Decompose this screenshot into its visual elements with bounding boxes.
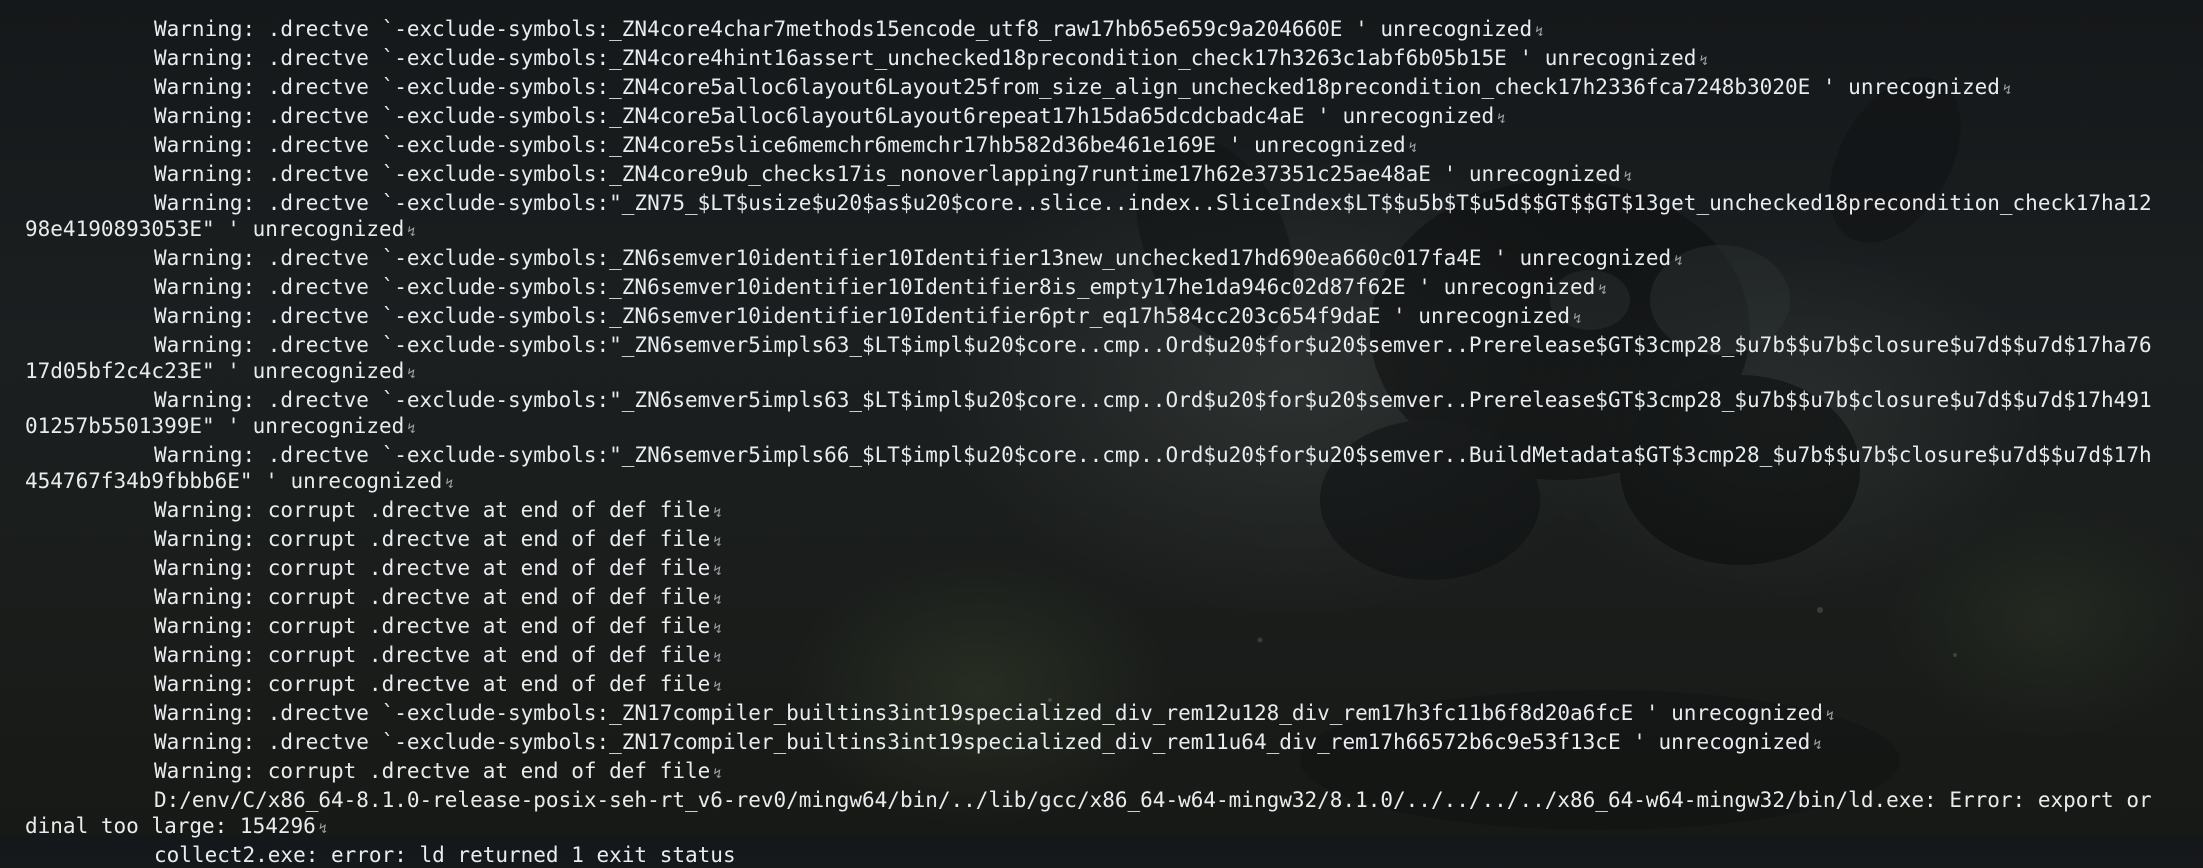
terminal-line: Warning: .drectve `-exclude-symbols:_ZN6…	[0, 274, 2203, 303]
line-end-marker-icon: ↯	[713, 534, 722, 550]
terminal-line-text: Warning: .drectve `-exclude-symbols:_ZN6…	[154, 246, 1672, 270]
terminal-line-text: Warning: .drectve `-exclude-symbols:_ZN4…	[154, 17, 1533, 41]
terminal-line: Warning: .drectve `-exclude-symbols:_ZN4…	[0, 45, 2203, 74]
terminal-line: Warning: .drectve `-exclude-symbols:_ZN4…	[0, 132, 2203, 161]
line-end-marker-icon: ↯	[1408, 140, 1418, 156]
terminal-line-text: Warning: .drectve `-exclude-symbols:_ZN4…	[154, 75, 2000, 99]
terminal-line: Warning: corrupt .drectve at end of def …	[0, 584, 2203, 613]
terminal-line-text: Warning: corrupt .drectve at end of def …	[154, 643, 711, 667]
terminal-line-text: Warning: corrupt .drectve at end of def …	[154, 672, 711, 696]
terminal-line-text: Warning: corrupt .drectve at end of def …	[154, 556, 711, 580]
line-end-marker-icon: ↯	[713, 592, 722, 608]
terminal-line-text: Warning: corrupt .drectve at end of def …	[154, 759, 711, 783]
terminal-line-text: Warning: corrupt .drectve at end of def …	[154, 614, 711, 638]
terminal-line: Warning: .drectve `-exclude-symbols:_ZN4…	[0, 74, 2203, 103]
terminal-line-text: Warning: .drectve `-exclude-symbols:_ZN4…	[154, 133, 1406, 157]
terminal-line: Warning: .drectve `-exclude-symbols:_ZN6…	[0, 245, 2203, 274]
terminal-line: Warning: .drectve `-exclude-symbols:_ZN4…	[0, 161, 2203, 190]
terminal-line: Warning: corrupt .drectve at end of def …	[0, 497, 2203, 526]
terminal-line: Warning: .drectve `-exclude-symbols:"_ZN…	[0, 190, 2203, 245]
line-end-marker-icon: ↯	[407, 421, 416, 437]
terminal-line-text: Warning: .drectve `-exclude-symbols:_ZN1…	[154, 730, 1811, 754]
terminal-line-text: Warning: corrupt .drectve at end of def …	[154, 498, 711, 522]
terminal-line: Warning: corrupt .drectve at end of def …	[0, 642, 2203, 671]
terminal-line: Warning: .drectve `-exclude-symbols:_ZN4…	[0, 103, 2203, 132]
terminal-line: Warning: corrupt .drectve at end of def …	[0, 555, 2203, 584]
terminal-line: Warning: corrupt .drectve at end of def …	[0, 758, 2203, 787]
line-end-marker-icon: ↯	[1598, 282, 1607, 298]
line-end-marker-icon: ↯	[713, 621, 722, 637]
terminal-line: D:/env/C/x86_64-8.1.0-release-posix-seh-…	[0, 787, 2203, 842]
line-end-marker-icon: ↯	[713, 505, 722, 521]
terminal-line-text: Warning: .drectve `-exclude-symbols:_ZN6…	[154, 275, 1596, 299]
terminal-line-text: Warning: .drectve `-exclude-symbols:"_ZN…	[25, 388, 2152, 438]
terminal-line-text: Warning: .drectve `-exclude-symbols:"_ZN…	[25, 443, 2152, 493]
line-end-marker-icon: ↯	[1813, 737, 1822, 753]
terminal-line-text: Warning: .drectve `-exclude-symbols:_ZN1…	[154, 701, 1823, 725]
line-end-marker-icon: ↯	[407, 366, 416, 382]
terminal-line-text: Warning: corrupt .drectve at end of def …	[154, 527, 711, 551]
line-end-marker-icon: ↯	[1497, 111, 1506, 127]
terminal-line-text: Warning: .drectve `-exclude-symbols:"_ZN…	[25, 191, 2152, 241]
terminal-line-text: Warning: .drectve `-exclude-symbols:_ZN4…	[154, 104, 1495, 128]
line-end-marker-icon: ↯	[407, 224, 416, 240]
terminal-line-text: collect2.exe: error: ld returned 1 exit …	[154, 843, 736, 867]
terminal-line: Warning: corrupt .drectve at end of def …	[0, 671, 2203, 700]
terminal-output: Warning: .drectve `-exclude-symbols:_ZN4…	[0, 16, 2203, 868]
terminal-line-text: Warning: .drectve `-exclude-symbols:"_ZN…	[25, 333, 2152, 383]
terminal-line-text: Warning: corrupt .drectve at end of def …	[154, 585, 711, 609]
line-end-marker-icon: ↯	[2002, 82, 2012, 98]
terminal-line-text: Warning: .drectve `-exclude-symbols:_ZN4…	[154, 162, 1621, 186]
terminal-line: Warning: corrupt .drectve at end of def …	[0, 526, 2203, 555]
terminal-line: Warning: .drectve `-exclude-symbols:_ZN1…	[0, 700, 2203, 729]
terminal-line: Warning: .drectve `-exclude-symbols:_ZN6…	[0, 303, 2203, 332]
terminal-line: Warning: .drectve `-exclude-symbols:"_ZN…	[0, 442, 2203, 497]
line-end-marker-icon: ↯	[1623, 169, 1633, 185]
line-end-marker-icon: ↯	[713, 650, 722, 666]
line-end-marker-icon: ↯	[1573, 311, 1582, 327]
terminal-line: Warning: .drectve `-exclude-symbols:"_ZN…	[0, 387, 2203, 442]
line-end-marker-icon: ↯	[1674, 253, 1683, 269]
terminal-line: collect2.exe: error: ld returned 1 exit …	[0, 842, 2203, 868]
terminal-line: Warning: corrupt .drectve at end of def …	[0, 613, 2203, 642]
line-end-marker-icon: ↯	[445, 476, 454, 492]
terminal-line: Warning: .drectve `-exclude-symbols:_ZN4…	[0, 16, 2203, 45]
terminal-line-text: Warning: .drectve `-exclude-symbols:_ZN6…	[154, 304, 1571, 328]
line-end-marker-icon: ↯	[1825, 708, 1835, 724]
terminal-line-text: Warning: .drectve `-exclude-symbols:_ZN4…	[154, 46, 1697, 70]
terminal-line-text: D:/env/C/x86_64-8.1.0-release-posix-seh-…	[25, 788, 2152, 838]
terminal-line: Warning: .drectve `-exclude-symbols:_ZN1…	[0, 729, 2203, 758]
line-end-marker-icon: ↯	[1535, 24, 1544, 40]
line-end-marker-icon: ↯	[713, 766, 722, 782]
line-end-marker-icon: ↯	[713, 563, 722, 579]
line-end-marker-icon: ↯	[713, 679, 722, 695]
terminal-line: Warning: .drectve `-exclude-symbols:"_ZN…	[0, 332, 2203, 387]
line-end-marker-icon: ↯	[1699, 53, 1708, 69]
